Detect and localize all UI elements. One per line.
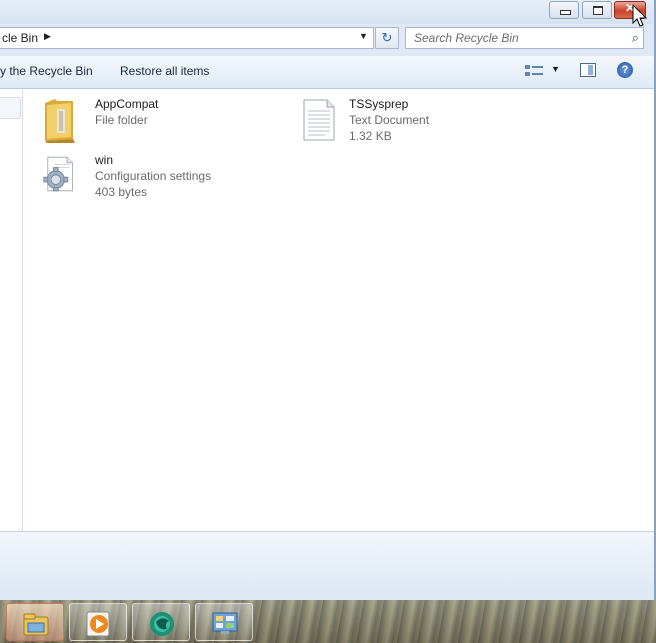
file-name: win: [95, 153, 114, 167]
search-icon[interactable]: ⌕: [632, 30, 639, 46]
taskbar-button-control-panel[interactable]: [195, 603, 253, 641]
file-list: AppCompat File folder TSSysprep Text Doc…: [0, 89, 654, 531]
search-input[interactable]: Search Recycle Bin ⌕: [405, 27, 644, 49]
address-bar[interactable]: cle Bin ▶ ▼: [0, 27, 374, 49]
refresh-button[interactable]: ↻: [375, 27, 399, 49]
taskbar-button-globe-app[interactable]: [132, 603, 190, 641]
minimize-icon: [560, 10, 571, 15]
file-size: 403 bytes: [95, 185, 148, 199]
views-dropdown-icon[interactable]: ▼: [551, 64, 560, 74]
help-icon[interactable]: ?: [617, 62, 633, 78]
folder-icon: [45, 99, 75, 143]
taskbar-button-explorer[interactable]: [6, 603, 64, 641]
restore-all-items-button[interactable]: Restore all items: [120, 64, 209, 78]
details-pane: [0, 531, 654, 588]
windows-explorer-icon: [23, 613, 49, 636]
file-item-appcompat[interactable]: AppCompat File folder: [43, 97, 243, 147]
breadcrumb-arrow-icon[interactable]: ▶: [44, 31, 51, 42]
navigation-pane: [0, 89, 23, 531]
text-document-icon: [303, 99, 335, 141]
file-item-tssysprep[interactable]: TSSysprep Text Document 1.32 KB: [297, 97, 497, 147]
file-item-win[interactable]: win Configuration settings 403 bytes: [43, 153, 243, 203]
navigation-pane-item[interactable]: [0, 97, 21, 119]
minimize-button[interactable]: [549, 1, 579, 19]
file-name: TSSysprep: [349, 97, 409, 111]
file-type: Text Document: [349, 113, 430, 127]
explorer-window: ✕ cle Bin ▶ ▼ ↻ Search Recycle Bin ⌕ y t…: [0, 0, 656, 600]
empty-recycle-bin-button[interactable]: y the Recycle Bin: [0, 64, 93, 78]
mouse-cursor-icon: [632, 4, 648, 27]
control-panel-icon: [212, 612, 238, 634]
maximize-button[interactable]: [582, 1, 612, 19]
address-dropdown-icon[interactable]: ▼: [359, 31, 368, 41]
change-view-icon[interactable]: [525, 64, 543, 78]
file-type: Configuration settings: [95, 169, 212, 183]
search-placeholder: Search Recycle Bin: [414, 31, 519, 45]
breadcrumb-recycle-bin[interactable]: cle Bin: [2, 31, 38, 45]
config-settings-icon: [43, 156, 73, 192]
command-bar: y the Recycle Bin Restore all items ▼ ?: [0, 56, 654, 89]
status-bar: [0, 587, 654, 600]
globe-app-icon: [150, 612, 174, 636]
file-size: 1.32 KB: [349, 129, 392, 143]
media-player-icon: [86, 611, 110, 637]
file-name: AppCompat: [95, 97, 159, 111]
title-bar[interactable]: ✕: [0, 0, 654, 24]
file-type: File folder: [95, 113, 148, 127]
preview-pane-icon[interactable]: [580, 63, 596, 77]
refresh-icon: ↻: [381, 30, 393, 45]
taskbar-button-media-player[interactable]: [69, 603, 127, 641]
maximize-icon: [593, 6, 603, 15]
taskbar: [0, 600, 656, 643]
